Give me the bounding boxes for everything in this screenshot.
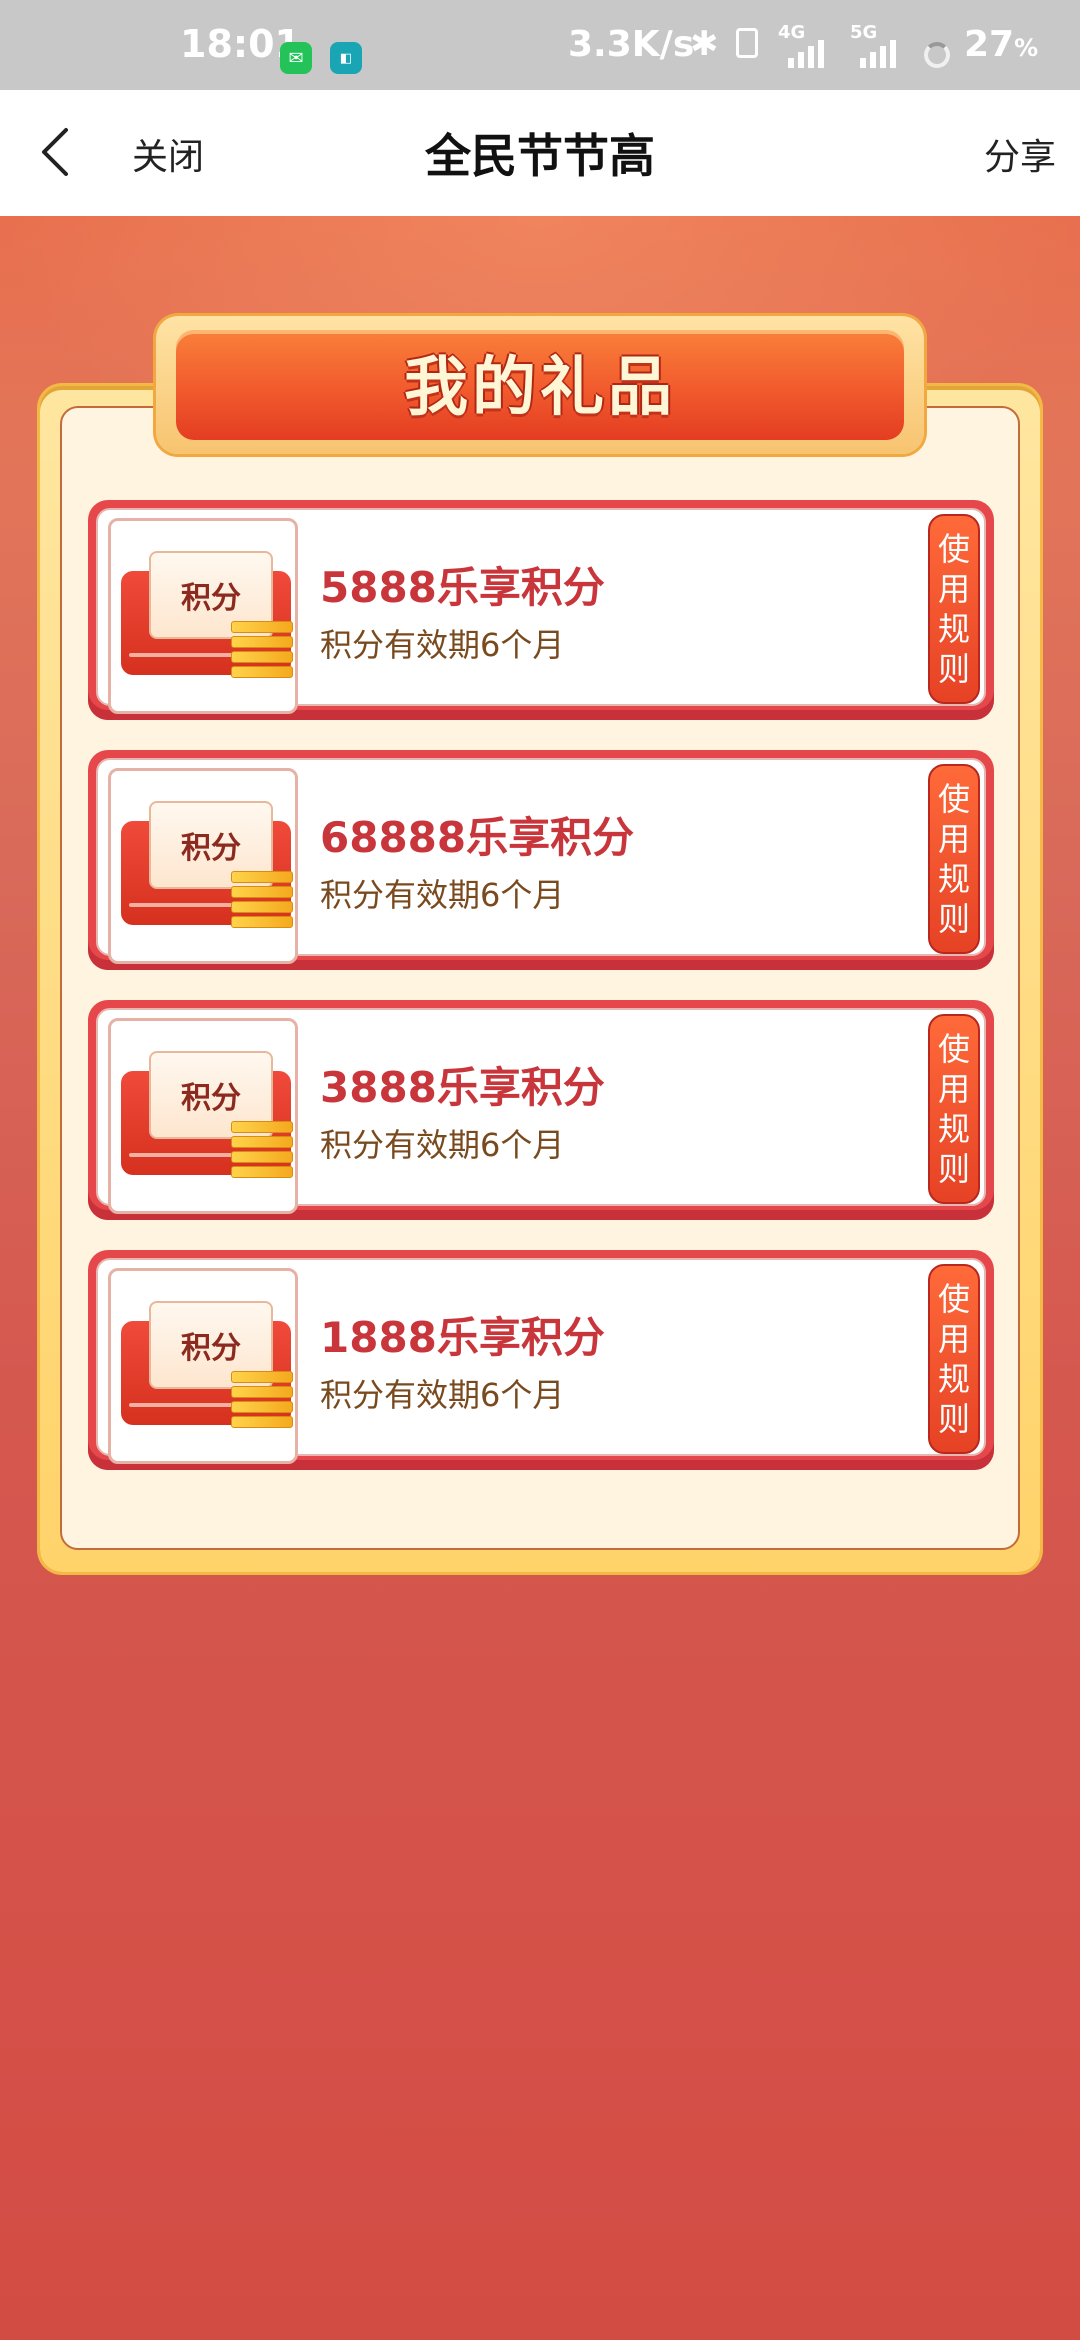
points-envelope-icon: 积分: [108, 1268, 298, 1464]
gift-card[interactable]: 积分 5888乐享积分 积分有效期6个月 使用规则: [88, 500, 994, 720]
gift-card[interactable]: 积分 3888乐享积分 积分有效期6个月 使用规则: [88, 1000, 994, 1220]
battery-level: 27%: [964, 24, 1039, 65]
vibrate-icon: [736, 28, 758, 58]
gift-card[interactable]: 积分 68888乐享积分 积分有效期6个月 使用规则: [88, 750, 994, 970]
page-title: 全民节节高: [425, 129, 655, 183]
gift-subtitle: 积分有效期6个月: [320, 1126, 565, 1164]
network-speed: 3.3K/s: [568, 24, 695, 65]
gift-title: 3888乐享积分: [320, 1063, 605, 1112]
gift-card-body: 积分 3888乐享积分 积分有效期6个月 使用规则: [96, 1008, 986, 1214]
gift-card-body: 积分 5888乐享积分 积分有效期6个月 使用规则: [96, 508, 986, 714]
status-bar: 18:01 ✉ ◧ 3.3K/s ✱ 4G 5G 27%: [0, 0, 1080, 90]
gift-subtitle: 积分有效期6个月: [320, 876, 565, 914]
signal-icon: [788, 28, 824, 68]
usage-rules-button[interactable]: 使用规则: [928, 1014, 980, 1204]
nav-bar: 关闭 全民节节高 分享: [0, 90, 1080, 216]
coins-icon: [231, 1371, 293, 1433]
app-notification-icon: ◧: [330, 42, 362, 74]
points-envelope-icon: 积分: [108, 1018, 298, 1214]
gift-title: 1888乐享积分: [320, 1313, 605, 1362]
points-envelope-icon: 积分: [108, 518, 298, 714]
gift-subtitle: 积分有效期6个月: [320, 1376, 565, 1414]
gift-card[interactable]: 积分 1888乐享积分 积分有效期6个月 使用规则: [88, 1250, 994, 1470]
gift-title: 5888乐享积分: [320, 563, 605, 612]
coins-icon: [231, 871, 293, 933]
gift-card-body: 积分 68888乐享积分 积分有效期6个月 使用规则: [96, 758, 986, 964]
coins-icon: [231, 621, 293, 683]
wechat-icon: ✉: [280, 42, 312, 74]
loading-ring-icon: [924, 42, 950, 68]
usage-rules-button[interactable]: 使用规则: [928, 514, 980, 704]
points-envelope-icon: 积分: [108, 768, 298, 964]
panel-title: 我的礼品: [404, 351, 676, 425]
usage-rules-button[interactable]: 使用规则: [928, 1264, 980, 1454]
signal-icon: [860, 28, 896, 68]
usage-rules-button[interactable]: 使用规则: [928, 764, 980, 954]
share-button[interactable]: 分享: [984, 128, 1056, 180]
gift-card-body: 积分 1888乐享积分 积分有效期6个月 使用规则: [96, 1258, 986, 1464]
bluetooth-icon: ✱: [690, 24, 719, 64]
gift-title: 68888乐享积分: [320, 813, 635, 862]
coins-icon: [231, 1121, 293, 1183]
gift-subtitle: 积分有效期6个月: [320, 626, 565, 664]
